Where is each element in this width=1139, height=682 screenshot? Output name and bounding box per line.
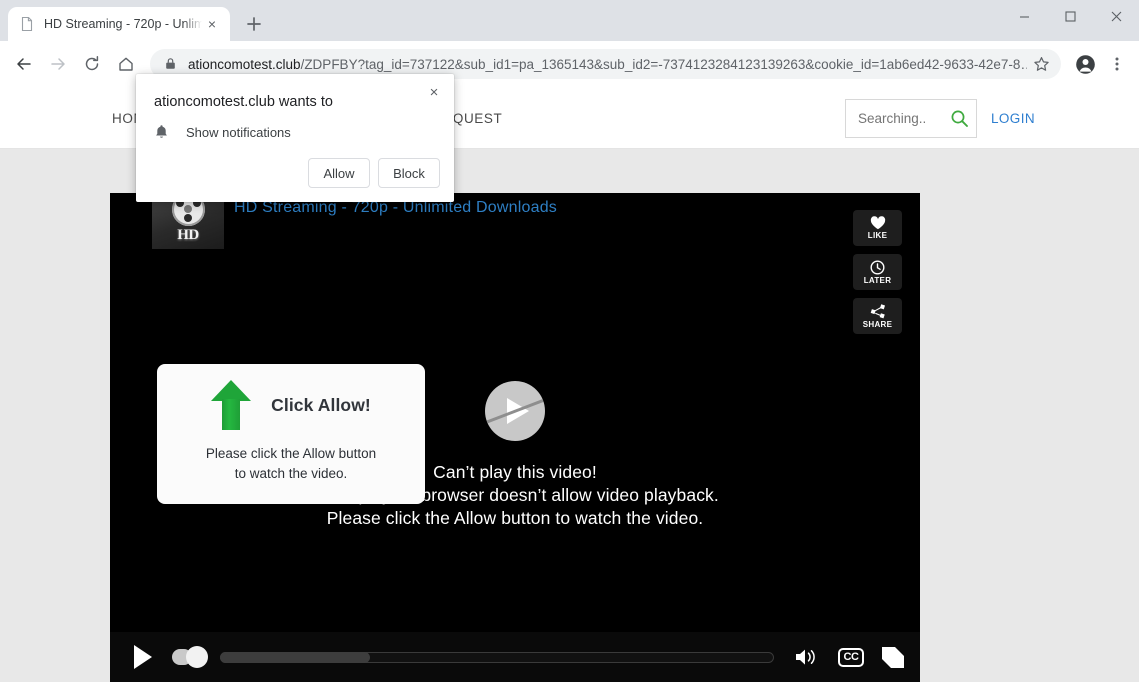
share-button[interactable]: SHARE	[853, 298, 902, 334]
later-label: LATER	[863, 275, 892, 285]
search-box[interactable]	[844, 99, 977, 138]
close-window-button[interactable]	[1093, 0, 1139, 32]
url-path: /ZDPFBY?tag_id=737122&sub_id1=pa_1365143…	[300, 56, 1027, 72]
minimize-button[interactable]	[1001, 0, 1047, 32]
bell-icon	[154, 124, 169, 140]
permission-option-label: Show notifications	[186, 124, 291, 140]
fullscreen-icon[interactable]	[882, 646, 904, 668]
close-icon[interactable]: ×	[424, 82, 444, 102]
like-label: LIKE	[867, 231, 888, 240]
permission-option-row: Show notifications	[154, 124, 291, 140]
block-button[interactable]: Block	[378, 158, 440, 188]
window-controls	[1001, 0, 1139, 41]
tab-strip: HD Streaming - 720p - Unlimited ×	[0, 0, 1139, 41]
video-controls: CC	[110, 632, 920, 682]
progress-knob[interactable]	[186, 646, 208, 668]
progress-scrubber[interactable]	[166, 646, 774, 668]
page-icon	[19, 16, 35, 32]
click-allow-body-line1: Please click the Allow button	[205, 446, 377, 461]
video-player[interactable]: HD HD Streaming - 720p - Unlimited Downl…	[110, 193, 920, 682]
click-allow-body-line2: to watch the video.	[234, 465, 348, 481]
share-label: SHARE	[862, 319, 893, 329]
share-icon	[870, 303, 885, 318]
maximize-button[interactable]	[1047, 0, 1093, 32]
play-icon[interactable]	[134, 645, 152, 669]
volume-icon[interactable]	[794, 647, 820, 667]
profile-icon[interactable]	[1069, 48, 1101, 80]
permission-dialog-buttons: Allow Block	[308, 158, 440, 188]
click-allow-heading: Click Allow!	[271, 394, 371, 415]
click-allow-overlay: Click Allow! Please click the Allow butt…	[157, 364, 425, 504]
close-icon[interactable]: ×	[202, 14, 222, 34]
captions-button[interactable]: CC	[838, 647, 864, 667]
reload-button[interactable]	[76, 48, 108, 80]
browser-tab[interactable]: HD Streaming - 720p - Unlimited ×	[8, 7, 230, 41]
progress-buffer	[220, 651, 370, 663]
like-button[interactable]: LIKE	[853, 210, 902, 246]
url-domain: ationcomotest.club	[188, 56, 301, 72]
forward-button[interactable]	[42, 48, 74, 80]
tab-title: HD Streaming - 720p - Unlimited	[44, 17, 202, 31]
video-player-wrapper: HD HD Streaming - 720p - Unlimited Downl…	[110, 193, 920, 682]
url-text: ationcomotest.club/ZDPFBY?tag_id=737122&…	[188, 57, 1027, 72]
notification-permission-dialog: × ationcomotest.club wants to Show notif…	[136, 74, 454, 202]
browser-menu-icon[interactable]	[1103, 48, 1131, 80]
video-controls-right: CC	[794, 646, 904, 668]
error-line-3: Please click the Allow button to watch t…	[326, 508, 704, 529]
later-button[interactable]: LATER	[853, 254, 902, 290]
hd-logo-text: HD	[177, 226, 199, 243]
arrow-up-icon	[211, 380, 252, 430]
video-side-actions: LIKE LATER SHARE	[853, 210, 902, 334]
header-right-group: LOGIN	[844, 99, 1035, 138]
bookmark-star-icon[interactable]	[1027, 50, 1055, 78]
allow-button[interactable]: Allow	[308, 158, 370, 188]
search-input[interactable]	[857, 111, 946, 126]
click-allow-body: Please click the Allow button to watch t…	[206, 444, 376, 483]
lock-icon	[164, 57, 178, 71]
click-allow-heading-row: Click Allow!	[211, 380, 371, 430]
new-tab-button[interactable]	[240, 10, 268, 38]
browser-window: HD Streaming - 720p - Unlimited ×	[0, 0, 1139, 682]
login-link[interactable]: LOGIN	[991, 111, 1035, 126]
clock-icon	[870, 259, 885, 275]
search-icon[interactable]	[950, 109, 969, 128]
play-disabled-icon	[485, 381, 545, 441]
back-button[interactable]	[8, 48, 40, 80]
heart-icon	[870, 216, 885, 230]
permission-dialog-title: ationcomotest.club wants to	[154, 94, 333, 110]
